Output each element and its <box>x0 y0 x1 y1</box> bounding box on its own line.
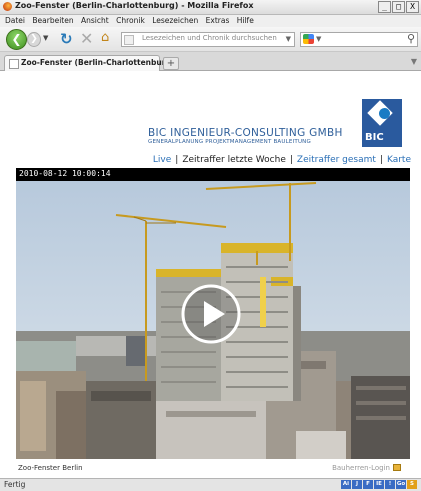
menu-item-lesezeichen[interactable]: Lesezeichen <box>152 15 198 27</box>
tab-page-icon <box>9 59 19 69</box>
tab-label: Zoo-Fenster (Berlin-Charlottenburg) <box>21 58 175 67</box>
status-text: Fertig <box>4 480 26 489</box>
addon-f-icon[interactable]: F <box>363 480 373 489</box>
menu-item-bearbeiten[interactable]: Bearbeiten <box>32 15 73 27</box>
logo-dot-icon <box>379 108 390 119</box>
page-content: BIC BIC INGENIEUR-CONSULTING GMBH GENERA… <box>0 71 421 477</box>
firefox-icon <box>3 2 12 11</box>
image-caption: Zoo-Fenster Berlin <box>18 464 83 472</box>
home-icon[interactable]: ⌂ <box>101 30 109 45</box>
menu-item-ansicht[interactable]: Ansicht <box>81 15 109 27</box>
company-name: BIC INGENIEUR-CONSULTING GMBH <box>148 127 343 139</box>
logo-text: BIC <box>365 132 384 143</box>
addon-icons: Ai J F IE ! Go S <box>341 480 417 489</box>
company-tagline: GENERALPLANUNG PROJEKTMANAGEMENT BAULEIT… <box>148 139 311 145</box>
search-input[interactable]: ▼ ⚲ <box>300 32 418 47</box>
window-titlebar: Zoo-Fenster (Berlin-Charlottenburg) - Mo… <box>0 0 421 15</box>
status-bar: Fertig Ai J F IE ! Go S <box>0 478 421 491</box>
chevron-down-icon[interactable]: ▼ <box>286 35 291 43</box>
google-icon <box>303 34 314 44</box>
lock-icon <box>393 464 401 471</box>
timestamp: 2010-08-12 10:00:14 <box>19 169 111 178</box>
addon-info-icon[interactable]: ! <box>385 480 395 489</box>
addon-ai-icon[interactable]: Ai <box>341 480 351 489</box>
search-engine-dropdown-icon[interactable]: ▼ <box>316 35 321 43</box>
webcam-video[interactable] <box>16 181 410 459</box>
view-links: Live | Zeitraffer letzte Woche | Zeitraffer … <box>152 155 411 165</box>
tab-bar: Zoo-Fenster (Berlin-Charlottenburg) + ▼ <box>0 52 421 71</box>
tab-list-icon[interactable]: ▼ <box>411 57 417 66</box>
search-icon[interactable]: ⚲ <box>407 32 415 45</box>
menu-item-datei[interactable]: Datei <box>5 15 25 27</box>
login-link[interactable]: Bauherren-Login <box>332 464 401 472</box>
stop-icon[interactable]: ✕ <box>80 29 93 48</box>
page-icon <box>124 35 134 45</box>
bic-logo: BIC <box>362 99 402 147</box>
window-title: Zoo-Fenster (Berlin-Charlottenburg) - Mo… <box>15 1 254 10</box>
addon-s-icon[interactable]: S <box>407 480 417 489</box>
history-dropdown-icon[interactable]: ▼ <box>43 34 48 42</box>
menu-bar: Datei Bearbeiten Ansicht Chronik Lesezei… <box>0 15 421 27</box>
address-placeholder: Lesezeichen und Chronik durchsuchen <box>142 34 277 42</box>
address-bar[interactable]: Lesezeichen und Chronik durchsuchen ▼ <box>121 32 295 47</box>
link-zeitraffer-gesamt[interactable]: Zeitraffer gesamt <box>297 155 376 165</box>
minimize-button[interactable]: _ <box>378 1 391 13</box>
new-tab-button[interactable]: + <box>163 57 179 70</box>
addon-j-icon[interactable]: J <box>352 480 362 489</box>
timestamp-bar: 2010-08-12 10:00:14 <box>16 168 410 181</box>
menu-item-extras[interactable]: Extras <box>206 15 230 27</box>
close-button[interactable]: X <box>406 1 419 13</box>
back-button[interactable]: ❮ <box>6 29 27 50</box>
link-live[interactable]: Live <box>153 155 171 165</box>
addon-ie-icon[interactable]: IE <box>374 480 384 489</box>
play-icon[interactable] <box>180 283 242 345</box>
window-controls: _ □ X <box>378 1 419 13</box>
tab-zoo-fenster[interactable]: Zoo-Fenster (Berlin-Charlottenburg) <box>4 55 174 71</box>
addon-go-icon[interactable]: Go <box>396 480 406 489</box>
navigation-toolbar: ❮ ❯ ▼ ↻ ✕ ⌂ Lesezeichen und Chronik durc… <box>0 27 421 52</box>
menu-item-chronik[interactable]: Chronik <box>116 15 145 27</box>
maximize-button[interactable]: □ <box>392 1 405 13</box>
link-zeitraffer-woche[interactable]: Zeitraffer letzte Woche <box>182 155 286 165</box>
menu-item-hilfe[interactable]: Hilfe <box>237 15 254 27</box>
reload-icon[interactable]: ↻ <box>60 30 73 48</box>
link-karte[interactable]: Karte <box>387 155 411 165</box>
forward-button[interactable]: ❯ <box>27 32 41 47</box>
login-label[interactable]: Bauherren-Login <box>332 464 390 472</box>
